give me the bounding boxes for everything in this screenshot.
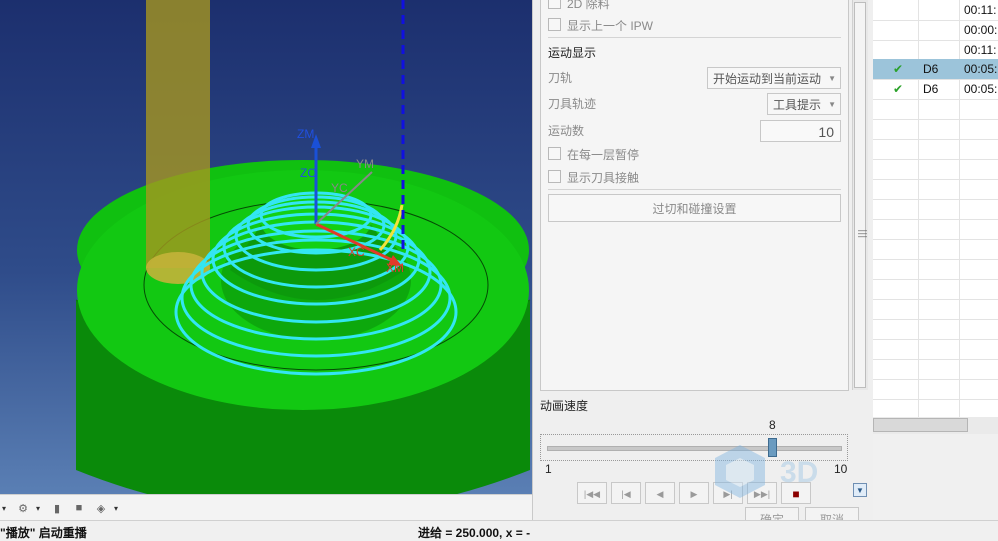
status-bar: "播放" 启动重播 进给 = 250.000, x = - (0, 520, 998, 540)
chevron-down-icon: ▼ (828, 74, 836, 83)
motion-count-input[interactable]: 10 (760, 120, 841, 142)
axis-label-ym: YM (356, 157, 374, 171)
table-row (873, 159, 998, 180)
axis-label-zc: ZC (300, 166, 316, 180)
settings-panel: 2D 除料 显示上一个 IPW 运动显示 刀轨 开始运动到当前运动 ▼ 刀具轨迹 … (540, 0, 849, 391)
play-reverse-button[interactable]: ◀ (645, 482, 675, 504)
table-row (873, 199, 998, 220)
option-show-prev-ipw[interactable]: 显示上一个 IPW (548, 16, 653, 36)
step-back-button[interactable]: |◀ (611, 482, 641, 504)
table-row (873, 379, 998, 400)
play-button[interactable]: ▶ (679, 482, 709, 504)
toolpath-select[interactable]: 开始运动到当前运动 ▼ (707, 67, 841, 89)
table-row (873, 299, 998, 320)
table-row (873, 239, 998, 260)
motion-display-title: 运动显示 (548, 46, 597, 60)
checkbox[interactable] (548, 18, 561, 31)
axis-label-zm: ZM (297, 127, 314, 141)
view-toolbar: ▾ ⚙ ▾ ▮ ■ ◈ ▾ (0, 494, 534, 521)
checkbox[interactable] (548, 0, 561, 9)
operation-table: 00:11: 00:00: 00:11: ✔ D6 00:05: ✔ D6 00… (873, 0, 998, 420)
part-icon[interactable]: ▮ (48, 500, 66, 516)
checkbox[interactable] (548, 170, 561, 183)
chevron-down-icon: ▼ (828, 100, 836, 109)
part-model: ZM ZC YM YC XC XM (75, 0, 531, 494)
table-row (873, 99, 998, 120)
scroll-thumb[interactable]: — — — (854, 2, 867, 388)
table-row (873, 119, 998, 140)
table-row (873, 279, 998, 300)
separator (548, 37, 841, 38)
table-row[interactable]: ✔ D6 00:05: (873, 59, 998, 80)
toolpath-label: 刀轨 (548, 71, 573, 85)
animation-speed-label: 动画速度 (540, 399, 589, 413)
table-row (873, 319, 998, 340)
option-2d-remove[interactable]: 2D 除料 (548, 0, 610, 14)
check-icon: ✔ (893, 82, 904, 96)
dropdown-icon[interactable]: ▾ (2, 504, 10, 513)
checkbox[interactable] (548, 147, 561, 160)
status-feed: 进给 = 250.000, x = - (418, 526, 531, 540)
grip-icon: — — — (858, 225, 867, 241)
option-show-tool-contact[interactable]: 显示刀具接触 (548, 168, 639, 188)
speed-value: 8 (769, 418, 776, 432)
graphics-viewport[interactable]: ZM ZC YM YC XC XM (0, 0, 532, 494)
svg-text:3D: 3D (780, 456, 818, 489)
cube-icon[interactable]: ■ (70, 500, 88, 516)
motion-count-label: 运动数 (548, 124, 585, 138)
dropdown-icon[interactable]: ▾ (114, 504, 122, 513)
watermark-logo: 3D (710, 440, 970, 500)
check-icon: ✔ (893, 62, 904, 76)
table-row[interactable]: 00:00: (873, 20, 998, 41)
tool-trace-select[interactable]: 工具提示 ▼ (767, 93, 841, 115)
axis-label-yc: YC (331, 181, 348, 195)
scroll-thumb[interactable] (873, 418, 968, 432)
shade-icon[interactable]: ◈ (92, 500, 110, 516)
dropdown-icon[interactable]: ▾ (36, 504, 44, 513)
table-row (873, 259, 998, 280)
horizontal-scrollbar[interactable] (873, 417, 998, 434)
separator (548, 189, 841, 190)
table-row (873, 219, 998, 240)
table-row (873, 339, 998, 360)
table-row (873, 139, 998, 160)
speed-min: 1 (545, 462, 552, 476)
rewind-to-start-button[interactable]: |◀◀ (577, 482, 607, 504)
axis-label-xc: XC (348, 245, 365, 259)
tool-trace-label: 刀具轨迹 (548, 97, 597, 111)
status-message: "播放" 启动重播 (0, 526, 87, 540)
option-pause-each-layer[interactable]: 在每一层暂停 (548, 145, 639, 165)
table-row (873, 179, 998, 200)
table-row[interactable]: ✔ D6 00:05: (873, 79, 998, 100)
vertical-scrollbar[interactable]: — — — (852, 0, 868, 390)
table-row[interactable]: 00:11: (873, 0, 998, 21)
overcut-collision-settings-button[interactable]: 过切和碰撞设置 (548, 194, 841, 222)
axis-label-xm: XM (386, 261, 404, 275)
table-row[interactable]: 00:11: (873, 40, 998, 61)
table-row (873, 359, 998, 380)
tool-icon[interactable]: ⚙ (14, 500, 32, 516)
